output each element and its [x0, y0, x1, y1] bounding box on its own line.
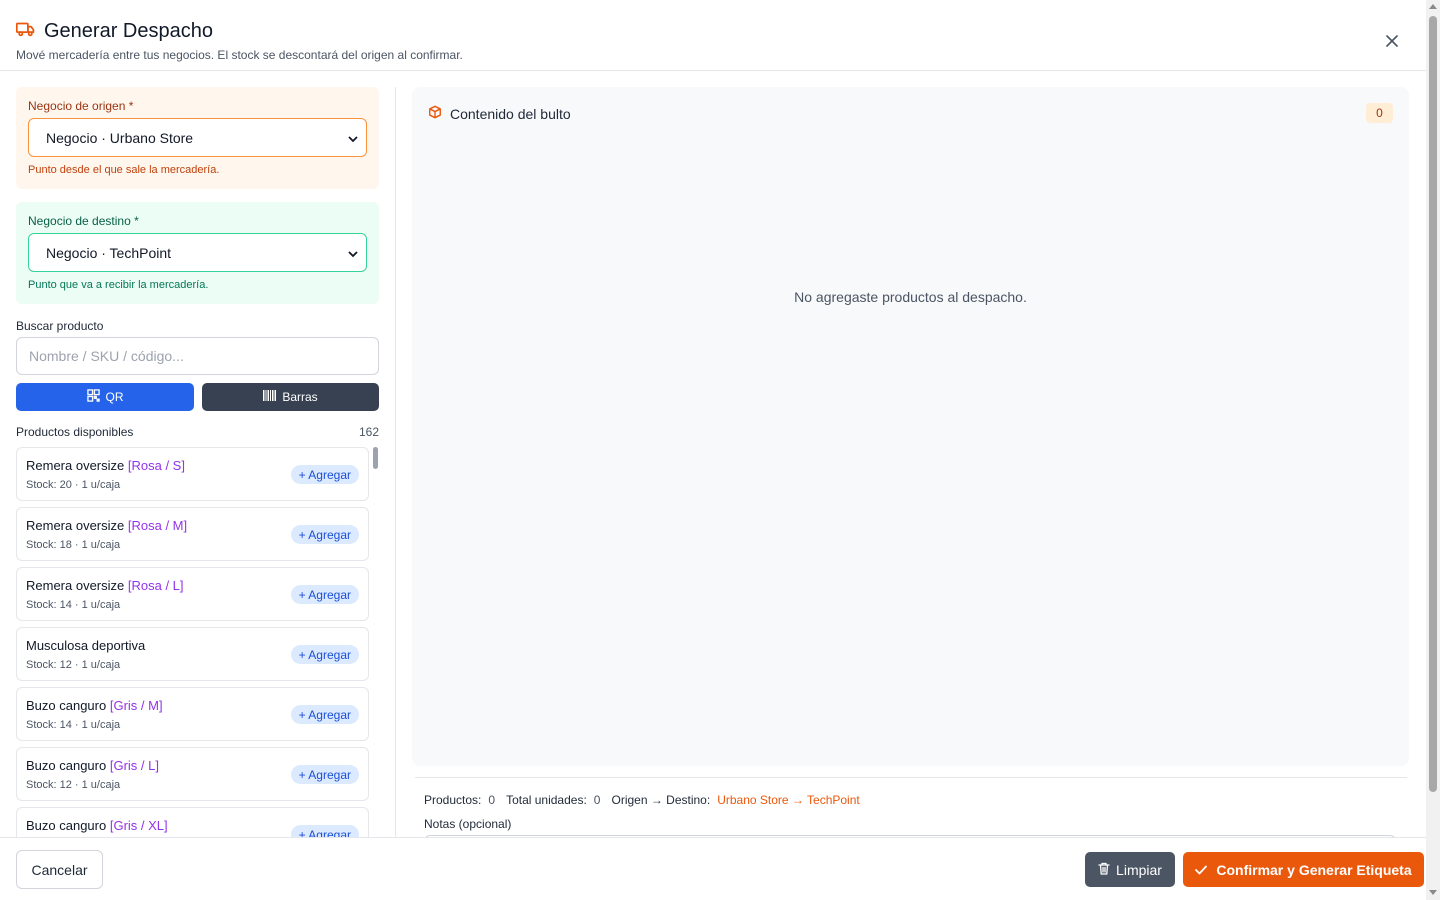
- product-name: Remera oversize: [26, 518, 125, 533]
- page-title: Generar Despacho: [44, 20, 213, 42]
- list-item: Remera oversize [Rosa / S] Stock: 20 · 1…: [16, 447, 369, 501]
- check-icon: [1195, 862, 1208, 878]
- product-stock: Stock: 20 · 1 u/caja: [26, 479, 121, 491]
- product-variant: [Gris / XL]: [109, 818, 168, 833]
- column-divider: [395, 87, 396, 837]
- list-item: Musculosa deportiva Stock: 12 · 1 u/caja…: [16, 627, 369, 681]
- package-title: Contenido del bulto: [450, 105, 571, 122]
- chevron-down-icon: [348, 245, 358, 261]
- product-stock: Stock: 12 · 1 u/caja: [26, 779, 121, 791]
- add-product-button[interactable]: + Agregar: [290, 585, 359, 604]
- package-count-badge: 0: [1366, 103, 1393, 123]
- product-list-scrollbar[interactable]: [372, 447, 379, 838]
- list-item: Buzo canguro [Gris / XL] + Agregar: [16, 807, 369, 838]
- add-product-button[interactable]: + Agregar: [290, 765, 359, 784]
- destination-card: Negocio de destino * Negocio · TechPoint…: [16, 202, 379, 304]
- product-stock: Stock: 18 · 1 u/caja: [26, 539, 121, 551]
- origin-select-value: Negocio · Urbano Store: [46, 129, 194, 146]
- summary-route-value: Urbano Store → TechPoint: [717, 793, 860, 807]
- product-name: Remera oversize: [26, 458, 125, 473]
- destination-label: Negocio de destino *: [28, 214, 139, 228]
- summary-units-value: 0: [593, 793, 601, 807]
- product-stock: Stock: 14 · 1 u/caja: [26, 719, 121, 731]
- add-product-button[interactable]: + Agregar: [290, 645, 359, 664]
- product-variant: [Gris / L]: [109, 758, 159, 773]
- list-item: Buzo canguro [Gris / M] Stock: 14 · 1 u/…: [16, 687, 369, 741]
- dispatch-summary: Productos: 0 Total unidades: 0 Origen → …: [424, 793, 860, 807]
- close-icon: [1386, 34, 1398, 52]
- destination-hint: Punto que va a recibir la mercadería.: [28, 279, 209, 291]
- list-item: Buzo canguro [Gris / L] Stock: 12 · 1 u/…: [16, 747, 369, 801]
- barcode-icon: [263, 390, 277, 404]
- clear-button[interactable]: Limpiar: [1085, 852, 1175, 887]
- product-name: Buzo canguro: [26, 758, 107, 773]
- product-name: Remera oversize: [26, 578, 125, 593]
- empty-state-message: No agregaste productos al despacho.: [794, 289, 1027, 305]
- scroll-up-arrow[interactable]: [1429, 4, 1437, 9]
- list-item: Remera oversize [Rosa / M] Stock: 18 · 1…: [16, 507, 369, 561]
- cancel-button[interactable]: Cancelar: [16, 850, 103, 889]
- product-variant: [Rosa / S]: [127, 458, 185, 473]
- summary-products-label: Productos:: [424, 793, 482, 807]
- product-variant: [Rosa / L]: [127, 578, 184, 593]
- search-input[interactable]: [16, 337, 379, 375]
- summary-divider: [415, 777, 1407, 778]
- barcode-scan-button[interactable]: Barras: [202, 383, 379, 411]
- clear-button-label: Limpiar: [1116, 861, 1162, 878]
- title-row: Generar Despacho: [15, 20, 213, 43]
- add-product-button[interactable]: + Agregar: [290, 705, 359, 724]
- search-label: Buscar producto: [16, 319, 104, 333]
- trash-icon: [1098, 862, 1110, 878]
- scrollbar-thumb[interactable]: [1429, 16, 1437, 792]
- barcode-button-label: Barras: [282, 390, 318, 404]
- box-icon: [428, 105, 442, 122]
- product-variant: [Gris / M]: [109, 698, 163, 713]
- product-variant: [Rosa / M]: [127, 518, 188, 533]
- modal-header: Generar Despacho Mové mercadería entre t…: [0, 0, 1426, 71]
- available-products-count: 162: [358, 425, 379, 439]
- product-stock: Stock: 12 · 1 u/caja: [26, 659, 121, 671]
- page-scrollbar[interactable]: [1426, 0, 1440, 900]
- truck-icon: [15, 21, 35, 42]
- qr-button-label: QR: [105, 390, 124, 404]
- origin-label: Negocio de origen *: [28, 99, 134, 113]
- package-title-row: Contenido del bulto: [428, 105, 571, 122]
- summary-units-label: Total unidades:: [506, 793, 587, 807]
- summary-products-value: 0: [488, 793, 496, 807]
- package-panel: Contenido del bulto 0 No agregaste produ…: [412, 87, 1409, 766]
- product-stock: Stock: 14 · 1 u/caja: [26, 599, 121, 611]
- product-list: Remera oversize [Rosa / S] Stock: 20 · 1…: [16, 447, 379, 838]
- product-name: Buzo canguro: [26, 698, 107, 713]
- product-list-scroll-thumb[interactable]: [373, 447, 378, 469]
- origin-hint: Punto desde el que sale la mercadería.: [28, 164, 220, 176]
- notes-label: Notas (opcional): [424, 817, 512, 831]
- qr-code-icon: [86, 389, 100, 405]
- origin-select[interactable]: Negocio · Urbano Store: [28, 118, 367, 157]
- product-name: Musculosa deportiva: [26, 638, 146, 653]
- add-product-button[interactable]: + Agregar: [290, 525, 359, 544]
- destination-select[interactable]: Negocio · TechPoint: [28, 233, 367, 272]
- page-subtitle: Mové mercadería entre tus negocios. El s…: [16, 48, 463, 62]
- product-name: Buzo canguro: [26, 818, 107, 833]
- modal-footer: Cancelar Limpiar Confirmar y Generar Eti…: [0, 837, 1426, 900]
- scroll-down-arrow[interactable]: [1429, 890, 1437, 895]
- chevron-down-icon: [348, 130, 358, 146]
- qr-scan-button[interactable]: QR: [16, 383, 194, 411]
- available-products-label: Productos disponibles: [16, 425, 134, 439]
- destination-select-value: Negocio · TechPoint: [46, 244, 172, 261]
- confirm-generate-label-button[interactable]: Confirmar y Generar Etiqueta: [1183, 852, 1424, 887]
- summary-route-label: Origen → Destino:: [611, 793, 711, 807]
- list-item: Remera oversize [Rosa / L] Stock: 14 · 1…: [16, 567, 369, 621]
- close-button[interactable]: [1381, 32, 1403, 54]
- add-product-button[interactable]: + Agregar: [290, 465, 359, 484]
- origin-card: Negocio de origen * Negocio · Urbano Sto…: [16, 87, 379, 189]
- confirm-button-label: Confirmar y Generar Etiqueta: [1216, 861, 1412, 878]
